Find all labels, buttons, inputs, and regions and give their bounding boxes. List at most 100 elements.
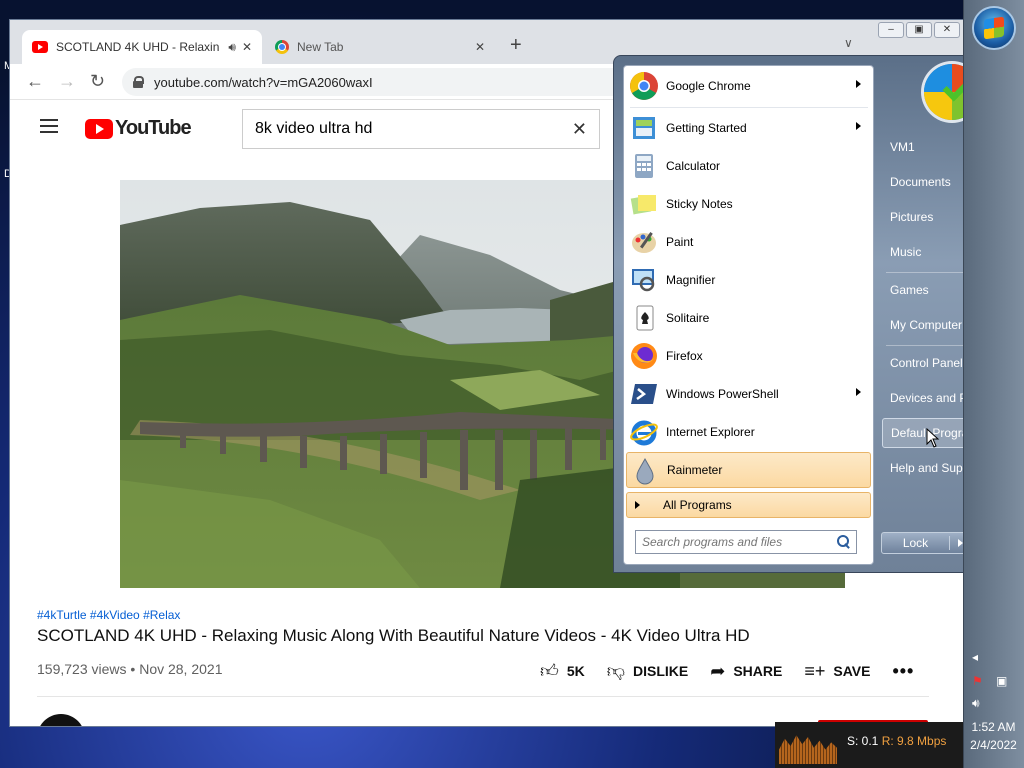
clock-date: 2/4/2022 (970, 738, 1017, 752)
program-calculator[interactable]: Calculator (626, 148, 871, 184)
program-sticky-notes[interactable]: Sticky Notes (626, 186, 871, 222)
taskbar-clock[interactable]: 1:52 AM 2/4/2022 (963, 718, 1024, 754)
submenu-arrow-icon (856, 388, 861, 396)
dislike-label: DISLIKE (633, 663, 689, 679)
thumbs-down-icon: 👎︎ (606, 661, 625, 681)
program-label: Calculator (666, 159, 721, 173)
firefox-icon (631, 343, 657, 369)
search-icon[interactable] (836, 534, 852, 550)
internet-explorer-icon (630, 420, 658, 446)
share-button[interactable]: ➦ SHARE (710, 661, 782, 682)
back-arrow-icon[interactable]: ← (26, 71, 44, 92)
youtube-favicon-icon (32, 41, 48, 53)
sent-rate: S: 0.1 (847, 734, 879, 748)
program-label: Internet Explorer (666, 425, 755, 439)
powershell-icon (631, 384, 657, 404)
minimize-button[interactable]: – (878, 22, 904, 38)
mouse-cursor-icon (926, 428, 940, 448)
save-button[interactable]: ≡+ SAVE (804, 661, 870, 682)
paint-icon (632, 232, 656, 253)
network-icon[interactable]: ▣ (996, 674, 1007, 688)
upload-date: Nov 28, 2021 (139, 661, 223, 677)
forward-arrow-icon[interactable]: → (58, 71, 76, 92)
url-text: youtube.com/watch?v=mGA2060waxI (154, 74, 373, 90)
sticky-notes-icon (630, 195, 656, 215)
start-menu-search-box[interactable] (635, 530, 857, 554)
like-count: 5K (566, 663, 585, 679)
clear-search-icon[interactable]: ✕ (560, 119, 599, 140)
video-hashtags[interactable]: #4kTurtle #4kVideo #Relax (37, 608, 180, 622)
lock-icon[interactable] (132, 76, 144, 88)
tab-title: New Tab (297, 40, 344, 54)
program-windows-powershell[interactable]: Windows PowerShell (626, 376, 871, 412)
speaker-icon[interactable]: 🔊︎ (228, 40, 236, 55)
program-solitaire[interactable]: Solitaire (626, 300, 871, 336)
separator (630, 107, 868, 108)
window-controls: – ▣ ✕ (878, 22, 960, 38)
youtube-logo-text: YouTube (115, 117, 192, 139)
program-firefox[interactable]: Firefox (626, 338, 871, 374)
action-center-flag-icon[interactable]: ⚑ (972, 674, 983, 688)
program-getting-started[interactable]: Getting Started (626, 110, 871, 146)
show-hidden-icons-icon[interactable]: ◂ (972, 650, 978, 664)
tab-title: SCOTLAND 4K UHD - Relaxin (56, 40, 220, 54)
thumbs-up-icon: 👍︎ (540, 661, 559, 681)
chrome-favicon-icon (275, 40, 289, 54)
dislike-button[interactable]: 👎︎ DISLIKE (607, 660, 689, 682)
program-google-chrome[interactable]: Google Chrome (626, 68, 871, 104)
volume-icon[interactable]: 🔊︎ (972, 696, 980, 711)
clock-time: 1:52 AM (971, 720, 1016, 734)
calculator-icon (635, 154, 653, 178)
video-actions: 👍︎ 5K 👎︎ DISLIKE ➦ SHARE ≡+ SAVE ••• (540, 660, 914, 682)
windows-logo-icon (984, 16, 1004, 40)
youtube-logo[interactable]: YouTube (85, 117, 192, 140)
network-meter-widget: S: 0.1 R: 9.8 Mbps (775, 722, 963, 768)
reload-icon[interactable]: ↻ (90, 71, 105, 92)
youtube-play-logo-icon (85, 118, 113, 139)
close-tab-icon[interactable]: ✕ (242, 40, 252, 54)
program-label: Rainmeter (667, 463, 723, 477)
close-tab-icon[interactable]: ✕ (475, 40, 485, 54)
start-button[interactable] (974, 8, 1014, 48)
youtube-search-box[interactable]: ✕ (242, 109, 600, 149)
program-label: Paint (666, 235, 694, 249)
start-menu-programs-pane: Google Chrome Getting Started Calculator (623, 65, 874, 565)
program-internet-explorer[interactable]: Internet Explorer (626, 414, 871, 450)
tab-youtube[interactable]: SCOTLAND 4K UHD - Relaxin 🔊︎ ✕ (22, 30, 262, 64)
maximize-button[interactable]: ▣ (906, 22, 932, 38)
program-magnifier[interactable]: Magnifier (626, 262, 871, 298)
submenu-arrow-icon (856, 122, 861, 130)
program-rainmeter[interactable]: Rainmeter (626, 452, 871, 488)
program-label: Sticky Notes (666, 197, 733, 211)
program-paint[interactable]: Paint (626, 224, 871, 260)
lock-button[interactable]: Lock (881, 532, 971, 554)
menu-hamburger-icon[interactable] (40, 119, 58, 133)
program-label: Getting Started (666, 121, 747, 135)
close-window-button[interactable]: ✕ (934, 22, 960, 38)
view-count: 159,723 views (37, 661, 127, 677)
more-actions-icon[interactable]: ••• (892, 661, 914, 682)
like-button[interactable]: 👍︎ 5K (540, 660, 585, 682)
tab-search-chevron-icon[interactable]: ∨ (844, 36, 853, 50)
program-label: Windows PowerShell (666, 387, 779, 401)
network-graph (779, 735, 837, 764)
share-label: SHARE (733, 663, 783, 679)
tab-new-tab[interactable]: New Tab ✕ (265, 30, 495, 64)
search-input[interactable] (255, 120, 560, 138)
video-meta: 159,723 views • Nov 28, 2021 (37, 661, 223, 677)
channel-avatar[interactable] (37, 714, 85, 726)
rainmeter-icon (636, 457, 654, 485)
program-label: Solitaire (666, 311, 710, 325)
chrome-icon (630, 72, 658, 100)
search-input[interactable] (642, 535, 836, 549)
share-arrow-icon: ➦ (710, 660, 726, 681)
getting-started-icon (633, 117, 655, 139)
divider (37, 696, 929, 697)
magnifier-icon (632, 269, 655, 292)
new-tab-button[interactable]: + (510, 34, 522, 57)
received-rate: R: 9.8 Mbps (881, 734, 947, 748)
playlist-add-icon: ≡+ (804, 660, 826, 681)
network-rates: S: 0.1 R: 9.8 Mbps (847, 734, 946, 748)
video-title: SCOTLAND 4K UHD - Relaxing Music Along W… (37, 626, 750, 645)
all-programs-button[interactable]: All Programs (626, 492, 871, 518)
